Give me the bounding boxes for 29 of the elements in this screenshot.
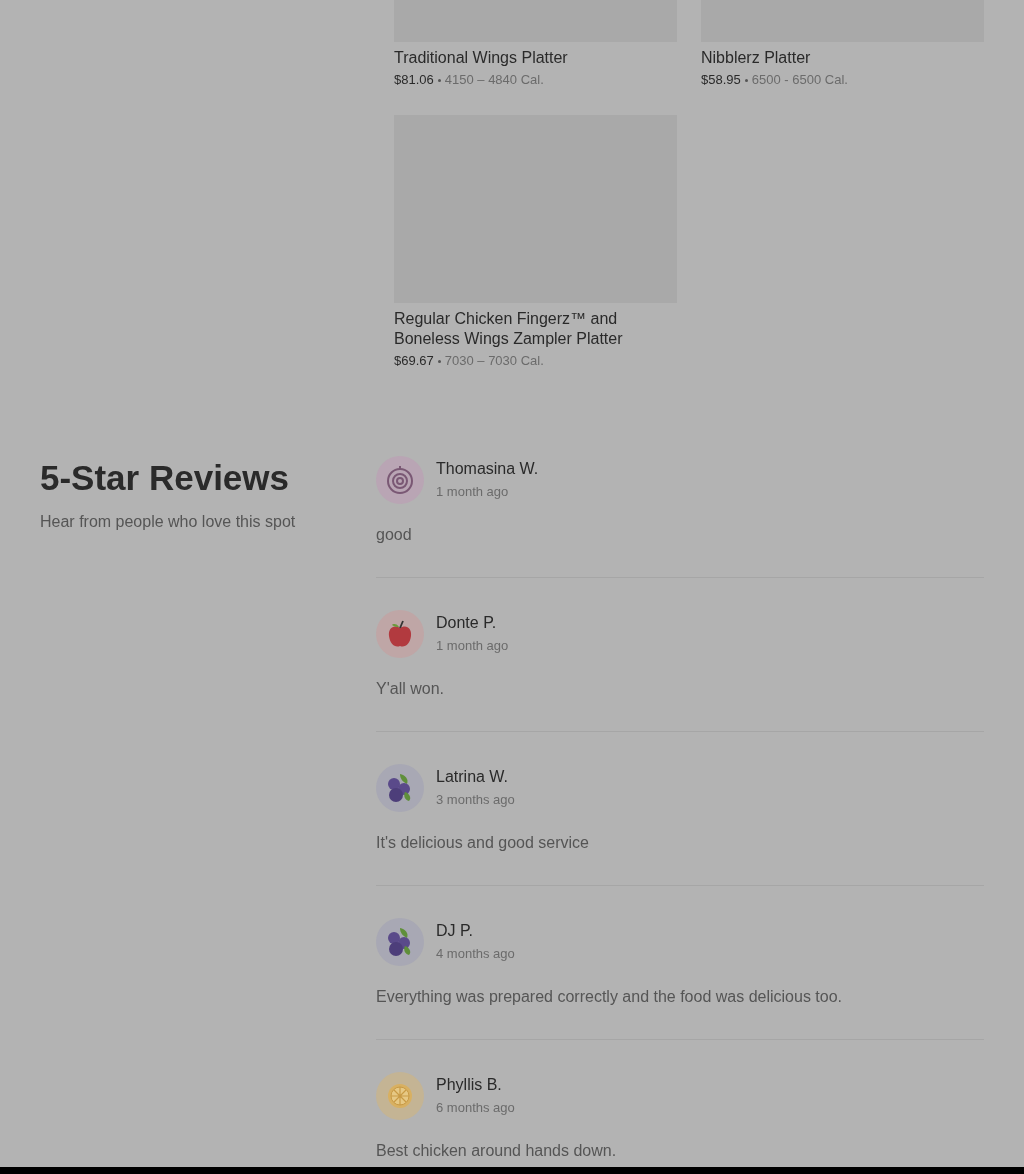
item-calories: 6500 - 6500 Cal. xyxy=(751,71,848,89)
item-price: $81.06 xyxy=(394,71,434,89)
reviewer-name: Phyllis B. xyxy=(436,1075,503,1095)
item-name: Nibblerz Platter xyxy=(701,48,812,68)
review-time: 4 months ago xyxy=(436,945,515,963)
reviewer-name: Latrina W. xyxy=(436,767,510,787)
item-price: $58.95 xyxy=(701,71,741,89)
reviewer-name: DJ P. xyxy=(436,921,475,941)
lemon-slice-icon xyxy=(386,1082,414,1110)
onion-icon xyxy=(386,465,414,495)
section-title: 5-Star Reviews xyxy=(40,457,291,499)
item-name: Traditional Wings Platter xyxy=(394,48,569,68)
item-price: $69.67 xyxy=(394,352,434,370)
section-subtitle: Hear from people who love this spot xyxy=(40,512,297,532)
review-text: It's delicious and good service xyxy=(376,833,590,853)
review-text: Everything was prepared correctly and the food was delicious too. xyxy=(376,987,844,1007)
review-time: 1 month ago xyxy=(436,637,509,655)
reviewer-name: Thomasina W. xyxy=(436,459,539,479)
apple-icon xyxy=(386,619,414,649)
review-text: Y'all won. xyxy=(376,679,445,699)
review-time: 1 month ago xyxy=(436,483,510,501)
item-calories: 4150 – 4840 Cal. xyxy=(444,71,544,89)
item-name: Regular Chicken Fingerz™ and Boneless Wings Zampler Platter xyxy=(394,309,624,349)
reviewer-name: Donte P. xyxy=(436,613,498,633)
item-calories: 7030 – 7030 Cal. xyxy=(444,352,544,370)
review-text: good xyxy=(376,525,413,545)
review-text: Best chicken around hands down. xyxy=(376,1141,618,1161)
review-time: 6 months ago xyxy=(436,1099,515,1117)
review-time: 3 months ago xyxy=(436,791,515,809)
